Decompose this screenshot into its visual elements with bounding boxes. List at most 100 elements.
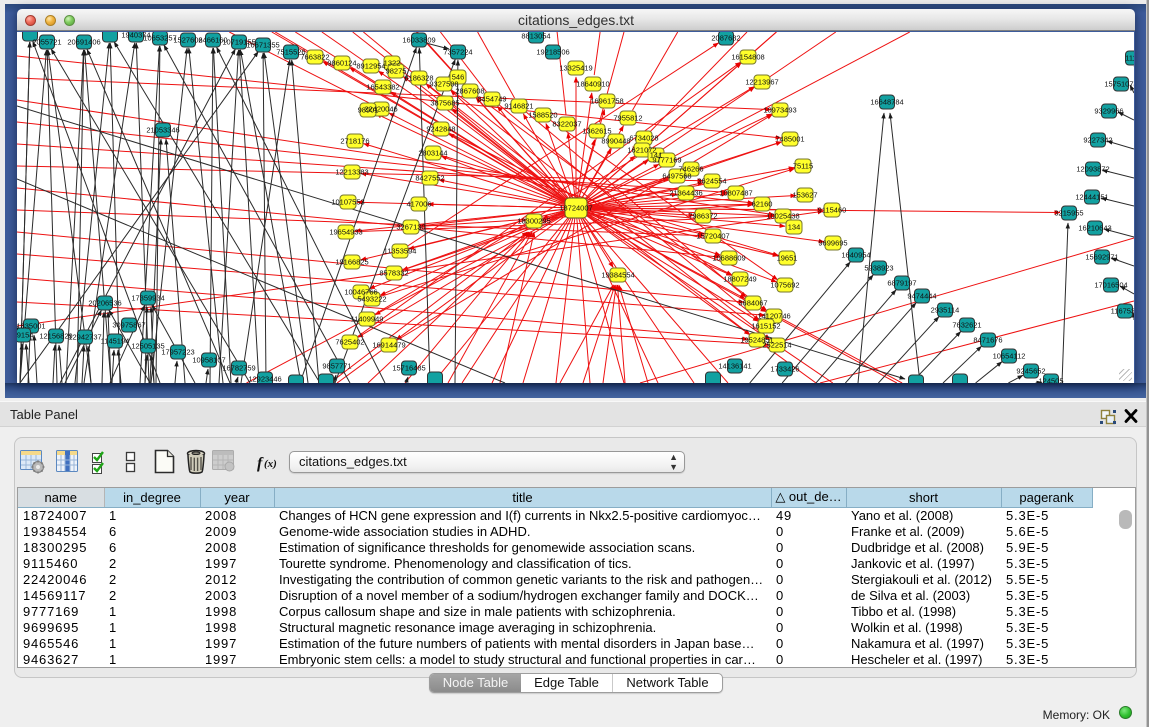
svg-text:18640910: 18640910 <box>576 80 609 89</box>
svg-text:20206536: 20206536 <box>88 299 121 308</box>
svg-text:5938923: 5938923 <box>864 264 893 273</box>
svg-text:12093872: 12093872 <box>1076 165 1109 174</box>
svg-text:6879197: 6879197 <box>887 279 916 288</box>
svg-text:7625402: 7625402 <box>335 338 364 347</box>
svg-text:9860124: 9860124 <box>327 59 356 68</box>
svg-text:7986372: 7986372 <box>688 212 717 221</box>
svg-text:10654112: 10654112 <box>993 352 1026 361</box>
svg-text:1835001: 1835001 <box>17 322 46 331</box>
svg-text:3267130: 3267130 <box>396 223 425 232</box>
svg-text:19651: 19651 <box>777 254 798 263</box>
svg-text:12942737: 12942737 <box>68 333 101 342</box>
svg-text:8322037: 8322037 <box>552 120 581 129</box>
svg-text:98901: 98901 <box>358 106 379 115</box>
svg-text:3624554: 3624554 <box>697 177 726 186</box>
svg-text:9245652: 9245652 <box>1016 367 1045 376</box>
svg-text:5493222: 5493222 <box>357 295 386 304</box>
svg-text:11409949: 11409949 <box>351 315 384 324</box>
svg-text:7485001: 7485001 <box>775 135 804 144</box>
svg-text:153627: 153627 <box>792 191 817 200</box>
svg-text:2803144: 2803144 <box>418 149 447 158</box>
svg-text:8454749: 8454749 <box>477 95 506 104</box>
svg-text:2522514: 2522514 <box>762 341 791 350</box>
svg-text:1588520: 1588520 <box>528 111 557 120</box>
svg-text:15716485: 15716485 <box>392 364 425 373</box>
svg-text:10025438: 10025438 <box>766 212 799 221</box>
svg-text:16033809: 16033809 <box>402 36 435 45</box>
svg-text:6497568: 6497568 <box>662 172 691 181</box>
svg-text:75115: 75115 <box>793 162 813 171</box>
svg-text:7357224: 7357224 <box>443 48 472 57</box>
svg-text:7955812: 7955812 <box>613 114 642 123</box>
svg-text:9777169: 9777169 <box>652 156 681 165</box>
svg-text:1362615: 1362615 <box>582 127 611 136</box>
svg-text:417006: 417006 <box>406 200 431 209</box>
svg-text:9329966: 9329966 <box>1094 107 1123 116</box>
svg-text:8427552: 8427552 <box>415 174 444 183</box>
svg-text:546: 546 <box>452 73 465 82</box>
svg-text:11353594: 11353594 <box>384 247 417 256</box>
svg-text:9242848: 9242848 <box>426 125 455 134</box>
svg-text:17016504: 17016504 <box>1094 281 1127 290</box>
svg-text:8578332: 8578332 <box>379 269 408 278</box>
svg-text:16961758: 16961758 <box>590 97 623 106</box>
svg-text:8990448: 8990448 <box>601 137 630 146</box>
svg-text:1167533: 1167533 <box>1111 307 1134 316</box>
svg-text:16154808: 16154808 <box>731 53 764 62</box>
svg-text:15751074: 15751074 <box>1104 80 1134 89</box>
svg-text:(x): (x) <box>264 458 277 470</box>
svg-text:12213383: 12213383 <box>335 168 368 177</box>
svg-text:3875685: 3875685 <box>430 99 459 108</box>
svg-text:f: f <box>257 455 264 472</box>
svg-text:18724007: 18724007 <box>559 204 592 213</box>
svg-text:3215955: 3215955 <box>1054 209 1083 218</box>
svg-text:2055721: 2055721 <box>32 38 61 47</box>
svg-text:9146821: 9146821 <box>504 102 533 111</box>
svg-text:15100: 15100 <box>17 324 18 333</box>
svg-text:14120746: 14120746 <box>757 312 790 321</box>
svg-text:9699695: 9699695 <box>818 239 847 248</box>
svg-text:12923446: 12923446 <box>248 375 281 384</box>
svg-text:15720407: 15720407 <box>696 232 729 241</box>
svg-text:6734028: 6734028 <box>629 134 658 143</box>
svg-text:10688609: 10688609 <box>712 254 745 263</box>
svg-text:19218506: 19218506 <box>536 48 569 57</box>
svg-text:13325419: 13325419 <box>559 64 592 73</box>
svg-text:12213967: 12213967 <box>745 78 778 87</box>
svg-text:18807249: 18807249 <box>723 275 756 284</box>
svg-text:7663822: 7663822 <box>300 53 329 62</box>
svg-text:1075692: 1075692 <box>770 281 799 290</box>
svg-text:14136141: 14136141 <box>718 362 751 371</box>
svg-text:9857771: 9857771 <box>322 362 351 371</box>
svg-text:62160: 62160 <box>752 200 773 209</box>
svg-text:1117: 1117 <box>1125 54 1134 63</box>
svg-text:10973493: 10973493 <box>763 106 796 115</box>
svg-text:8471676: 8471676 <box>973 336 1002 345</box>
svg-text:3684067: 3684067 <box>738 299 767 308</box>
svg-text:39154: 39154 <box>17 331 33 340</box>
svg-text:9474444: 9474444 <box>907 292 936 301</box>
svg-text:19166825: 19166825 <box>335 258 368 267</box>
svg-text:16914479: 16914479 <box>372 341 405 350</box>
svg-text:98275: 98275 <box>386 67 407 76</box>
svg-text:2935114: 2935114 <box>931 306 960 315</box>
svg-text:16648784: 16648784 <box>870 98 903 107</box>
svg-text:30975867: 30975867 <box>112 321 145 330</box>
svg-text:17957223: 17957223 <box>161 348 194 357</box>
svg-text:1640954: 1640954 <box>841 251 870 260</box>
svg-text:10107553: 10107553 <box>331 198 364 207</box>
svg-text:12505135: 12505135 <box>131 342 164 351</box>
svg-text:16782759: 16782759 <box>222 364 255 373</box>
svg-text:9227342: 9227342 <box>1083 136 1112 145</box>
svg-text:7632621: 7632621 <box>952 321 981 330</box>
svg-text:10653257: 10653257 <box>143 34 176 43</box>
svg-text:10958107: 10958107 <box>192 356 225 365</box>
svg-text:2087682: 2087682 <box>711 34 740 43</box>
svg-text:1145194: 1145194 <box>101 337 130 346</box>
svg-text:10807487: 10807487 <box>719 189 752 198</box>
svg-text:18300295: 18300295 <box>517 217 550 226</box>
svg-text:19654933: 19654933 <box>329 228 362 237</box>
svg-text:21364436: 21364436 <box>669 189 702 198</box>
svg-text:124505: 124505 <box>1038 377 1063 384</box>
svg-text:19384554: 19384554 <box>601 271 634 280</box>
